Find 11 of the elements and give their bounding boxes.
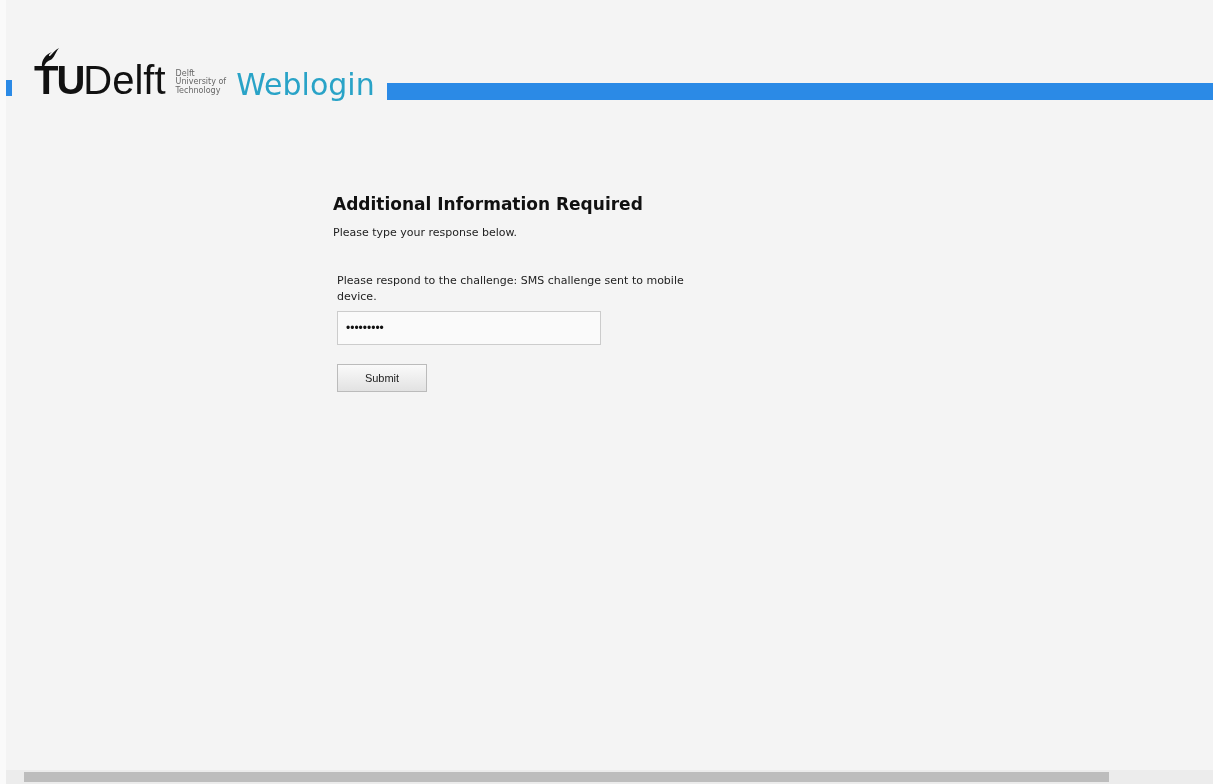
submit-button[interactable]: Submit [337,363,427,392]
form-title: Additional Information Required [333,194,644,214]
header-accent [6,80,12,96]
horizontal-scrollbar[interactable] [6,770,1213,784]
logo-word: Delft [83,60,166,100]
app-title: Weblogin [236,70,375,100]
logo-tagline: Delft University of Technology [175,69,227,96]
challenge-prompt: Please respond to the challenge: SMS challenge sent to mobile device. [337,273,685,305]
logo-mark: TU [34,60,84,100]
response-field[interactable]: ••••••••• [337,310,601,345]
form-subtitle: Please type your response below. [333,226,518,239]
